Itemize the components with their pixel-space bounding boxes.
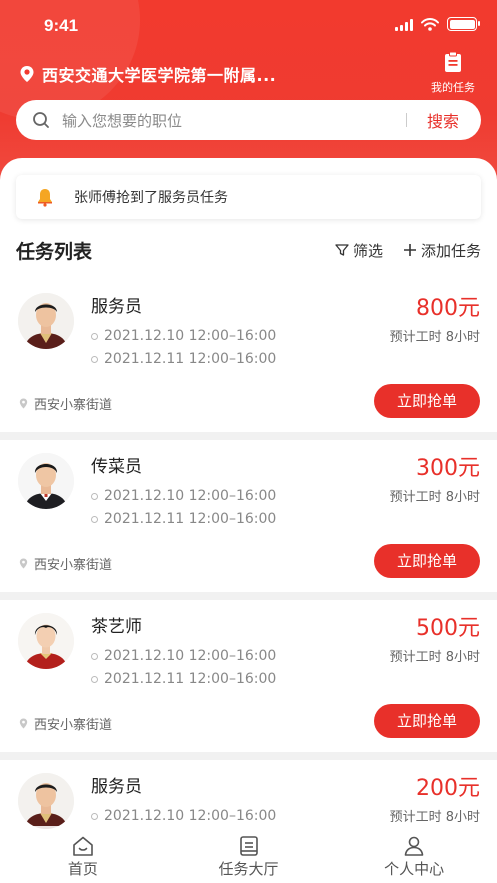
tab-home[interactable]: 首页 — [0, 826, 166, 883]
clipboard-icon — [445, 51, 461, 72]
battery-icon — [447, 17, 480, 31]
search-divider — [405, 113, 407, 127]
profile-icon — [404, 836, 424, 856]
location-pin-icon — [19, 718, 28, 729]
location-pin-icon — [19, 558, 28, 569]
tab-task-hall-label: 任务大厅 — [218, 860, 279, 878]
task-title: 传菜员 — [91, 457, 142, 477]
task-title: 茶艺师 — [91, 617, 142, 637]
my-tasks-button[interactable]: 我的任务 — [425, 51, 481, 95]
notice-text: 张师傅抢到了服务员任务 — [74, 190, 228, 206]
task-card[interactable]: 传菜员 2021.12.10 12:00–16:00 2021.12.11 12… — [0, 440, 497, 592]
task-time: 2021.12.11 12:00–16:00 — [91, 511, 276, 527]
avatar — [18, 453, 74, 509]
task-address: 西安小寨街道 — [18, 554, 112, 573]
location-selector[interactable]: 西安交通大学医学院第一附属... — [18, 62, 276, 86]
location-pin-icon — [20, 66, 34, 82]
task-card[interactable]: 服务员 2021.12.10 12:00–16:00 2021.12.11 12… — [0, 280, 497, 432]
bell-icon — [38, 189, 52, 207]
status-bar: 9:41 — [0, 0, 497, 50]
home-icon — [73, 836, 93, 856]
list-title: 任务列表 — [16, 240, 93, 263]
task-hours: 预计工时 8小时 — [389, 490, 480, 505]
tab-home-label: 首页 — [67, 860, 98, 878]
search-button[interactable]: 搜索 — [427, 108, 459, 132]
main-content: 张师傅抢到了服务员任务 任务列表 筛选 添加任务 服务员 2021.12.10 … — [0, 158, 497, 883]
task-hall-icon — [239, 836, 258, 856]
location-pin-icon — [19, 398, 28, 409]
location-text: 西安交通大学医学院第一附属... — [42, 66, 277, 85]
task-time: 2021.12.11 12:00–16:00 — [91, 351, 276, 367]
list-header: 任务列表 筛选 添加任务 — [16, 236, 481, 264]
task-hours: 预计工时 8小时 — [389, 650, 480, 665]
filter-button[interactable]: 筛选 — [335, 240, 383, 261]
my-tasks-label: 我的任务 — [431, 81, 475, 94]
add-task-label: 添加任务 — [420, 241, 481, 260]
task-price: 800元 — [416, 296, 480, 321]
tab-profile-label: 个人中心 — [384, 860, 445, 878]
task-hours: 预计工时 8小时 — [389, 810, 480, 825]
task-hours: 预计工时 8小时 — [389, 330, 480, 345]
grab-order-button[interactable]: 立即抢单 — [374, 544, 480, 578]
card-divider — [0, 752, 497, 760]
task-time: 2021.12.11 12:00–16:00 — [91, 671, 276, 687]
tab-profile[interactable]: 个人中心 — [331, 826, 497, 883]
task-address: 西安小寨街道 — [18, 714, 112, 733]
card-divider — [0, 592, 497, 600]
task-price: 500元 — [416, 616, 480, 641]
card-divider — [0, 432, 497, 440]
plus-icon — [403, 244, 416, 256]
grab-order-button[interactable]: 立即抢单 — [374, 384, 480, 418]
task-address: 西安小寨街道 — [18, 394, 112, 413]
task-card[interactable]: 茶艺师 2021.12.10 12:00–16:00 2021.12.11 12… — [0, 600, 497, 752]
task-price: 300元 — [416, 456, 480, 481]
signal-icon — [395, 18, 413, 31]
filter-icon — [335, 244, 349, 256]
task-time: 2021.12.10 12:00–16:00 — [91, 808, 276, 824]
filter-label: 筛选 — [352, 241, 383, 260]
task-time: 2021.12.10 12:00–16:00 — [91, 328, 276, 344]
wifi-icon — [421, 17, 439, 31]
task-time: 2021.12.10 12:00–16:00 — [91, 488, 276, 504]
search-icon — [33, 112, 49, 128]
search-input[interactable]: 输入您想要的职位 — [62, 110, 406, 131]
status-time: 9:41 — [44, 16, 79, 35]
bottom-tab-bar: 首页 任务大厅 个人中心 — [0, 826, 497, 883]
grab-order-button[interactable]: 立即抢单 — [374, 704, 480, 738]
task-title: 服务员 — [91, 777, 142, 797]
task-price: 200元 — [416, 776, 480, 801]
status-icons — [395, 17, 480, 31]
avatar — [18, 773, 74, 829]
task-title: 服务员 — [91, 297, 142, 317]
add-task-button[interactable]: 添加任务 — [403, 240, 481, 261]
task-time: 2021.12.10 12:00–16:00 — [91, 648, 276, 664]
search-bar[interactable]: 输入您想要的职位 搜索 — [16, 100, 481, 140]
avatar — [18, 613, 74, 669]
avatar — [18, 293, 74, 349]
tab-task-hall[interactable]: 任务大厅 — [166, 826, 332, 883]
notice-bar[interactable]: 张师傅抢到了服务员任务 — [16, 175, 481, 219]
